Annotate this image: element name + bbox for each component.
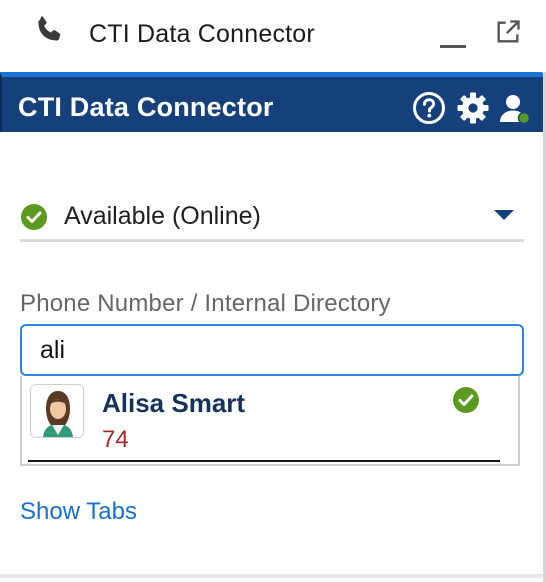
gear-icon[interactable] [456,91,490,125]
check-circle-icon [453,387,479,413]
popout-icon[interactable] [494,18,522,46]
status-dropdown[interactable]: Available (Online) [20,190,524,242]
cti-panel: CTI Data Connector Available (Online) Ph… [0,72,546,582]
user-status-icon[interactable] [498,91,532,125]
minimize-button[interactable] [438,22,468,48]
chevron-down-icon [494,210,514,220]
utility-bar: CTI Data Connector [0,0,546,72]
bottom-divider [0,574,543,578]
show-tabs-link[interactable]: Show Tabs [20,498,137,526]
panel-title: CTI Data Connector [18,92,274,122]
phone-icon [38,16,61,41]
contact-name: Alisa Smart [102,388,246,418]
phone-directory-input[interactable] [20,324,524,376]
result-item[interactable]: Alisa Smart 74 [22,376,518,462]
help-icon[interactable] [412,91,446,125]
status-value: Available (Online) [64,202,261,230]
avatar [30,384,84,438]
directory-results: Alisa Smart 74 [20,376,520,466]
utility-title: CTI Data Connector [89,20,315,48]
phone-directory-label: Phone Number / Internal Directory [20,290,391,317]
status-available-icon [21,204,47,230]
result-underline [28,460,500,462]
panel-header: CTI Data Connector [0,72,543,132]
contact-extension: 74 [102,426,129,453]
contact-avatar-image [31,385,83,437]
